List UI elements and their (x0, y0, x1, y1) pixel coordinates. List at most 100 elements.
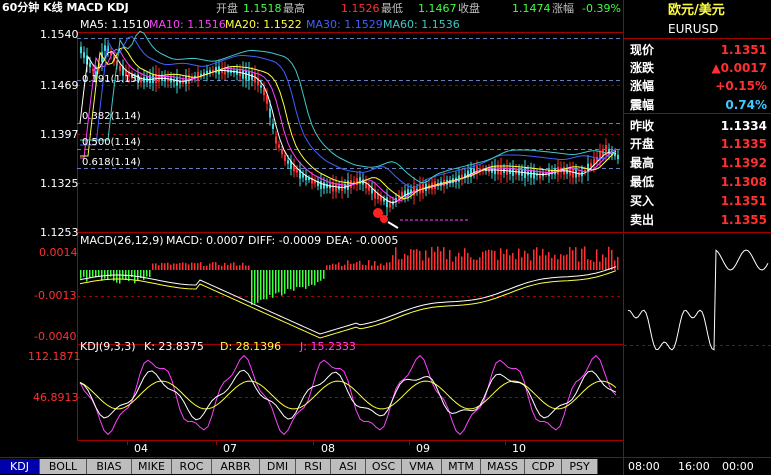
macd-bar (137, 270, 139, 281)
macd-bar (191, 262, 193, 270)
candle-body (278, 144, 280, 148)
d-line (79, 380, 617, 410)
macd-bar (242, 262, 244, 270)
macd-bar (551, 257, 553, 270)
macd-bar (458, 252, 460, 270)
tab-vma[interactable]: VMA (402, 459, 442, 474)
price-axis-5: 1.1253 (40, 226, 79, 239)
macd-bar (581, 248, 583, 270)
tab-kdj[interactable]: KDJ (0, 459, 40, 474)
tab-asi[interactable]: ASI (331, 459, 366, 474)
quote-value-1: ▲0.0017 (711, 61, 767, 75)
macd-bar (434, 251, 436, 270)
tab-mtm[interactable]: MTM (442, 459, 481, 474)
candle-body (383, 199, 385, 202)
candle-body (350, 180, 352, 188)
macd-bar (494, 250, 496, 270)
macd-bar (512, 252, 514, 270)
candle-body (89, 62, 91, 68)
kdj-lines (79, 354, 617, 436)
macd-value: MACD: 0.0007 (166, 234, 245, 247)
k-value: K: 23.8375 (144, 340, 204, 353)
macd-bar (194, 263, 196, 270)
macd-bar (119, 270, 121, 284)
macd-bar (197, 263, 199, 270)
macd-bar (341, 265, 343, 270)
macd-bar (557, 259, 559, 270)
macd-bar (515, 259, 517, 270)
macd-bar (548, 252, 550, 270)
macd-bar (335, 264, 337, 270)
macd-bar (416, 249, 418, 270)
macd-bar (407, 255, 409, 270)
macd-bar (575, 247, 577, 270)
fib-0191: 0.191(1.15) (82, 74, 141, 85)
macd-bar (221, 265, 223, 270)
macd-bar (587, 259, 589, 270)
macd-bar (104, 270, 106, 279)
macd-bar (254, 270, 256, 304)
tab-boll[interactable]: BOLL (40, 459, 87, 474)
macd-bar (149, 270, 151, 277)
macd-bar (518, 248, 520, 270)
macd-bar (227, 264, 229, 270)
dea-value: DEA: -0.0005 (326, 234, 399, 247)
macd-bar (344, 264, 346, 270)
quote-value-4: 1.1334 (720, 119, 767, 133)
tab-roc[interactable]: ROC (172, 459, 212, 474)
fib-0618: 0.618(1.14) (82, 157, 141, 168)
candle-body (248, 71, 250, 81)
macd-bar (482, 251, 484, 270)
quote-value-7: 1.1308 (720, 175, 767, 189)
quote-label-1: 涨跌 (630, 61, 655, 75)
macd-bar (188, 264, 190, 270)
macd-bar (233, 262, 235, 270)
macd-bar (401, 259, 403, 270)
macd-title: MACD(26,12,9) (80, 234, 164, 247)
macd-bar (572, 250, 574, 270)
macd-bar (179, 262, 181, 270)
macd-bar (479, 257, 481, 270)
quote-divider (624, 38, 771, 39)
macd-bar (425, 250, 427, 270)
tab-mass[interactable]: MASS (481, 459, 525, 474)
candle-body (104, 45, 106, 51)
macd-bar (419, 250, 421, 270)
macd-bar (617, 256, 619, 270)
month-09: 09 (416, 442, 430, 455)
macd-bar (545, 255, 547, 270)
tab-bias[interactable]: BIAS (87, 459, 132, 474)
price-axis-1: 1.1540 (40, 28, 79, 41)
macd-bar (542, 248, 544, 270)
candle-body (302, 174, 304, 178)
macd-bar (488, 249, 490, 270)
candle-body (566, 169, 568, 174)
candle-body (239, 70, 241, 77)
macd-bar (278, 270, 280, 293)
tab-cdp[interactable]: CDP (525, 459, 562, 474)
macd-bar (83, 270, 85, 277)
macd-bar (305, 270, 307, 289)
macd-bar (332, 263, 334, 270)
quote-label-4: 昨收 (630, 119, 655, 133)
macd-bar (260, 270, 262, 300)
macd-bar (218, 264, 220, 270)
candlestick-series (80, 38, 619, 217)
tab-osc[interactable]: OSC (366, 459, 402, 474)
tab-psy[interactable]: PSY (562, 459, 598, 474)
macd-bar (269, 270, 271, 295)
month-04: 04 (134, 442, 148, 455)
tab-dmi[interactable]: DMI (260, 459, 296, 474)
price-axis-3: 1.1397 (40, 128, 79, 141)
macd-bar (95, 270, 97, 278)
tab-rsi[interactable]: RSI (296, 459, 331, 474)
macd-bar (362, 264, 364, 270)
candle-body (92, 68, 94, 72)
tab-arbr[interactable]: ARBR (212, 459, 260, 474)
macd-bar (209, 263, 211, 270)
macd-axis-2: -0.0013 (34, 289, 77, 302)
macd-bar (437, 246, 439, 270)
kdj-axis-2: 46.8913 (33, 391, 79, 404)
candle-body (572, 168, 574, 178)
tab-mike[interactable]: MIKE (132, 459, 172, 474)
